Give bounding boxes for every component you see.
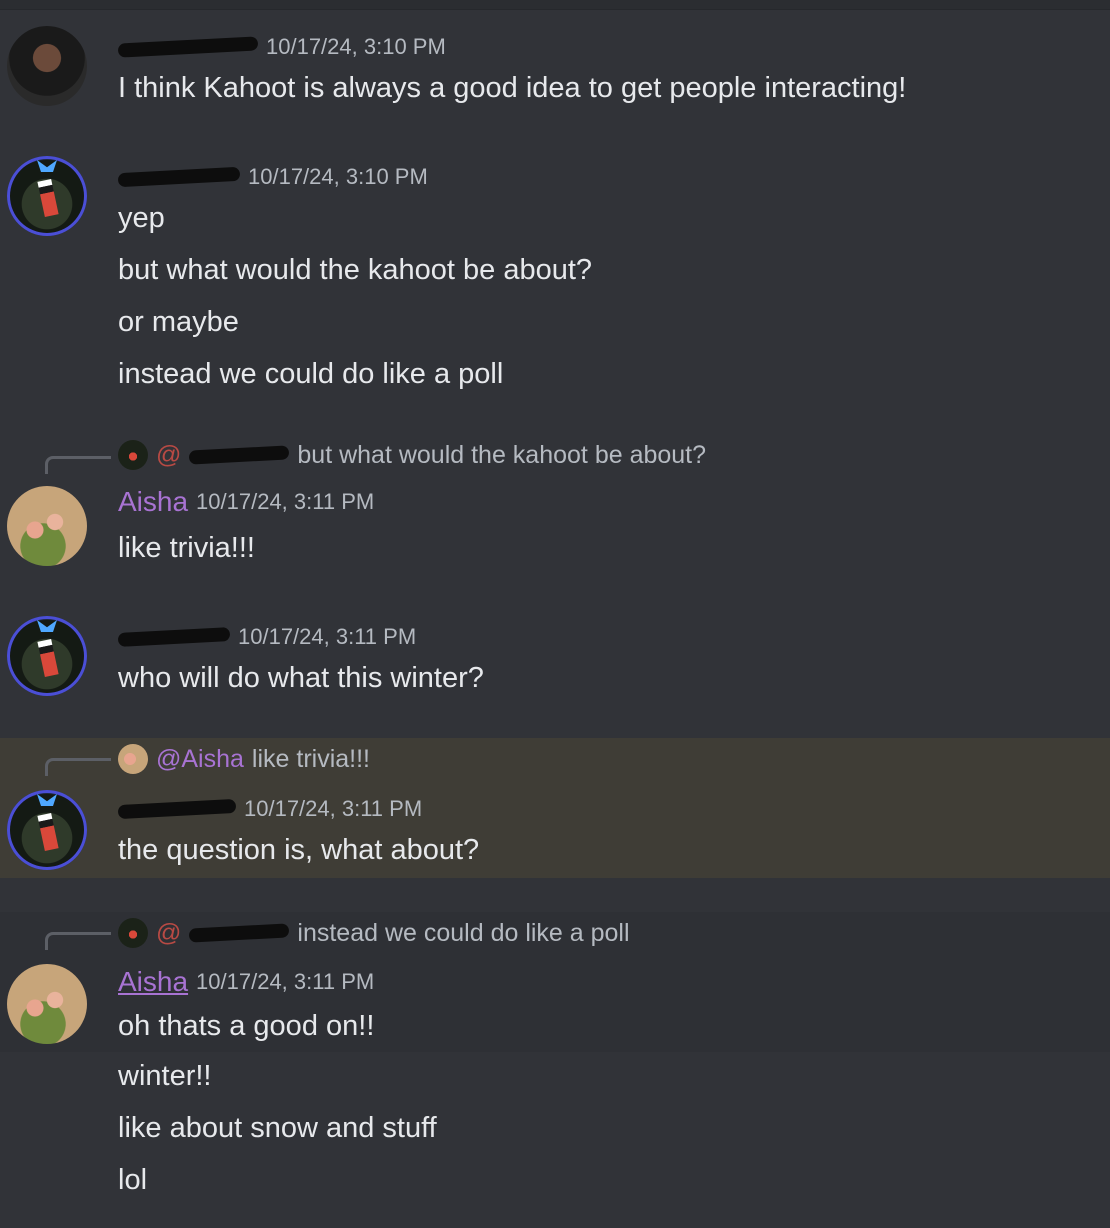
message-text: like trivia!!! (118, 532, 255, 564)
message-text: but what would the kahoot be about? (118, 254, 593, 286)
message-group[interactable]: 10/17/24, 3:10 PM yep but what would the… (0, 148, 1110, 408)
message-timestamp: 10/17/24, 3:10 PM (266, 34, 446, 59)
avatar[interactable] (7, 790, 87, 870)
reply-preview[interactable]: @Aisha like trivia!!! (118, 744, 370, 774)
message-group[interactable]: @ but what would the kahoot be about? Ai… (0, 436, 1110, 584)
crown-icon (37, 160, 57, 172)
crown-icon (37, 794, 57, 806)
reply-text: but what would the kahoot be about? (297, 440, 707, 469)
message-group-highlighted[interactable]: @Aisha like trivia!!! 10/17/24, 3:11 PM … (0, 738, 1110, 878)
message-text: oh thats a good on!! (118, 1010, 375, 1042)
reply-preview[interactable]: @ but what would the kahoot be about? (118, 440, 706, 470)
author-name[interactable]: Aisha (118, 966, 188, 998)
avatar[interactable] (7, 156, 87, 236)
reply-connector (45, 456, 111, 474)
message-text: who will do what this winter? (118, 662, 484, 694)
redacted-username (189, 445, 290, 465)
message-continuation[interactable]: winter!! like about snow and stuff lol (0, 1052, 1110, 1228)
reply-mention[interactable]: @ (156, 441, 181, 470)
channel-header-edge (0, 0, 1110, 10)
author-name[interactable]: Aisha (118, 486, 188, 518)
reply-text: instead we could do like a poll (297, 918, 630, 947)
reply-mention[interactable]: @Aisha (156, 745, 244, 774)
bird-icon (37, 638, 59, 678)
message-group[interactable]: 10/17/24, 3:10 PM I think Kahoot is alwa… (0, 18, 1110, 118)
message-timestamp: 10/17/24, 3:10 PM (248, 164, 428, 189)
avatar[interactable] (7, 486, 87, 566)
redacted-username (117, 166, 241, 188)
message-text: yep (118, 202, 165, 234)
message-group[interactable]: 10/17/24, 3:11 PM who will do what this … (0, 608, 1110, 708)
message-text: winter!! (118, 1060, 212, 1092)
message-timestamp: 10/17/24, 3:11 PM (196, 969, 375, 994)
message-text: instead we could do like a poll (118, 358, 504, 390)
bird-icon (37, 178, 59, 218)
reply-avatar (118, 918, 148, 948)
message-timestamp: 10/17/24, 3:11 PM (244, 796, 423, 821)
redacted-username (117, 798, 237, 820)
message-timestamp: 10/17/24, 3:11 PM (238, 624, 417, 649)
message-timestamp: 10/17/24, 3:11 PM (196, 489, 375, 514)
bird-icon (37, 812, 59, 852)
redacted-username (117, 36, 259, 58)
reply-avatar (118, 440, 148, 470)
reply-connector (45, 932, 111, 950)
reply-text: like trivia!!! (251, 744, 371, 773)
redacted-username (117, 627, 231, 647)
reply-mention[interactable]: @ (156, 919, 181, 948)
message-group-hovered[interactable]: @ instead we could do like a poll Aisha … (0, 912, 1110, 1052)
reply-connector (45, 758, 111, 776)
message-text: or maybe (118, 306, 239, 338)
message-text: like about snow and stuff (118, 1112, 437, 1144)
avatar[interactable] (7, 26, 87, 106)
message-text: lol (118, 1164, 148, 1196)
avatar[interactable] (7, 616, 87, 696)
reply-preview[interactable]: @ instead we could do like a poll (118, 918, 630, 948)
crown-icon (37, 620, 57, 632)
redacted-username (189, 923, 290, 943)
avatar[interactable] (7, 964, 87, 1044)
message-text: I think Kahoot is always a good idea to … (118, 72, 907, 104)
reply-avatar (118, 744, 148, 774)
message-text: the question is, what about? (118, 834, 480, 866)
